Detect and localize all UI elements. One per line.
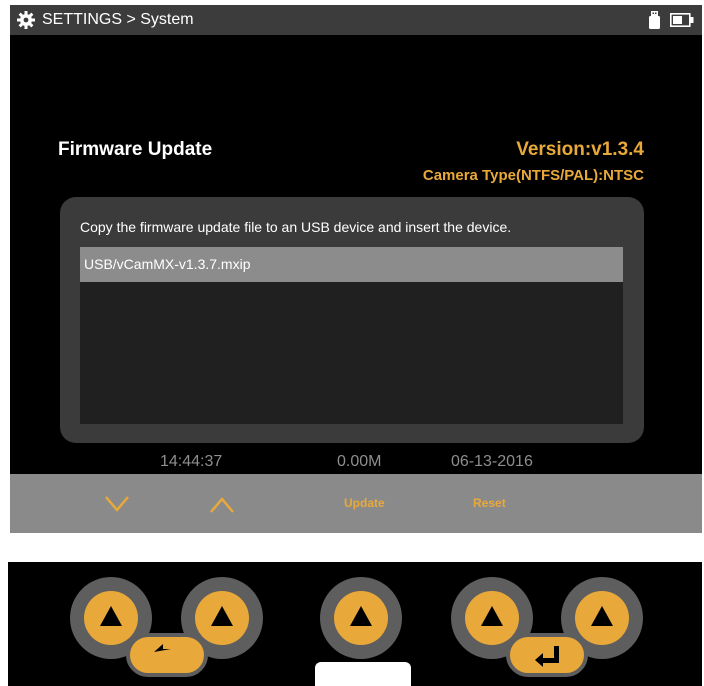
hardware-keypad [8, 562, 702, 686]
back-arrow-icon [154, 644, 171, 652]
battery-icon [670, 13, 694, 27]
usb-icon [649, 11, 660, 29]
breadcrumb: SETTINGS > System [42, 11, 194, 28]
version-label: Version:v1.3.4 [516, 139, 644, 160]
chevron-up-icon [210, 497, 234, 513]
up-button[interactable] [209, 474, 235, 533]
chevron-down-icon [105, 496, 129, 512]
time-readout: 14:44:37 [160, 453, 223, 470]
bottom-tab [315, 662, 411, 686]
device-screen: SETTINGS > System Firmware Update Versio… [10, 5, 702, 533]
enter-arrow-icon [535, 646, 559, 667]
softkey-bar: Update Reset [10, 474, 702, 533]
enter-button[interactable] [506, 633, 588, 677]
update-button[interactable]: Update [344, 474, 385, 533]
firmware-panel: Copy the firmware update file to an USB … [60, 197, 644, 443]
gear-icon [17, 11, 35, 29]
instruction-text: Copy the firmware update file to an USB … [80, 219, 512, 235]
list-item[interactable]: USB/vCamMX-v1.3.7.mxip [80, 247, 623, 282]
back-button[interactable] [126, 633, 208, 677]
hardware-button-3[interactable] [320, 577, 402, 659]
page-title: Firmware Update [58, 139, 213, 160]
triangle-up-icon [350, 606, 372, 626]
file-list[interactable]: USB/vCamMX-v1.3.7.mxip [80, 247, 623, 424]
date-readout: 06-13-2016 [451, 453, 533, 470]
down-button[interactable] [104, 474, 130, 533]
size-readout: 0.00M [337, 453, 382, 470]
top-bar: SETTINGS > System [10, 5, 702, 35]
reset-button[interactable]: Reset [473, 474, 506, 533]
camera-type-label: Camera Type(NTFS/PAL):NTSC [422, 167, 644, 184]
